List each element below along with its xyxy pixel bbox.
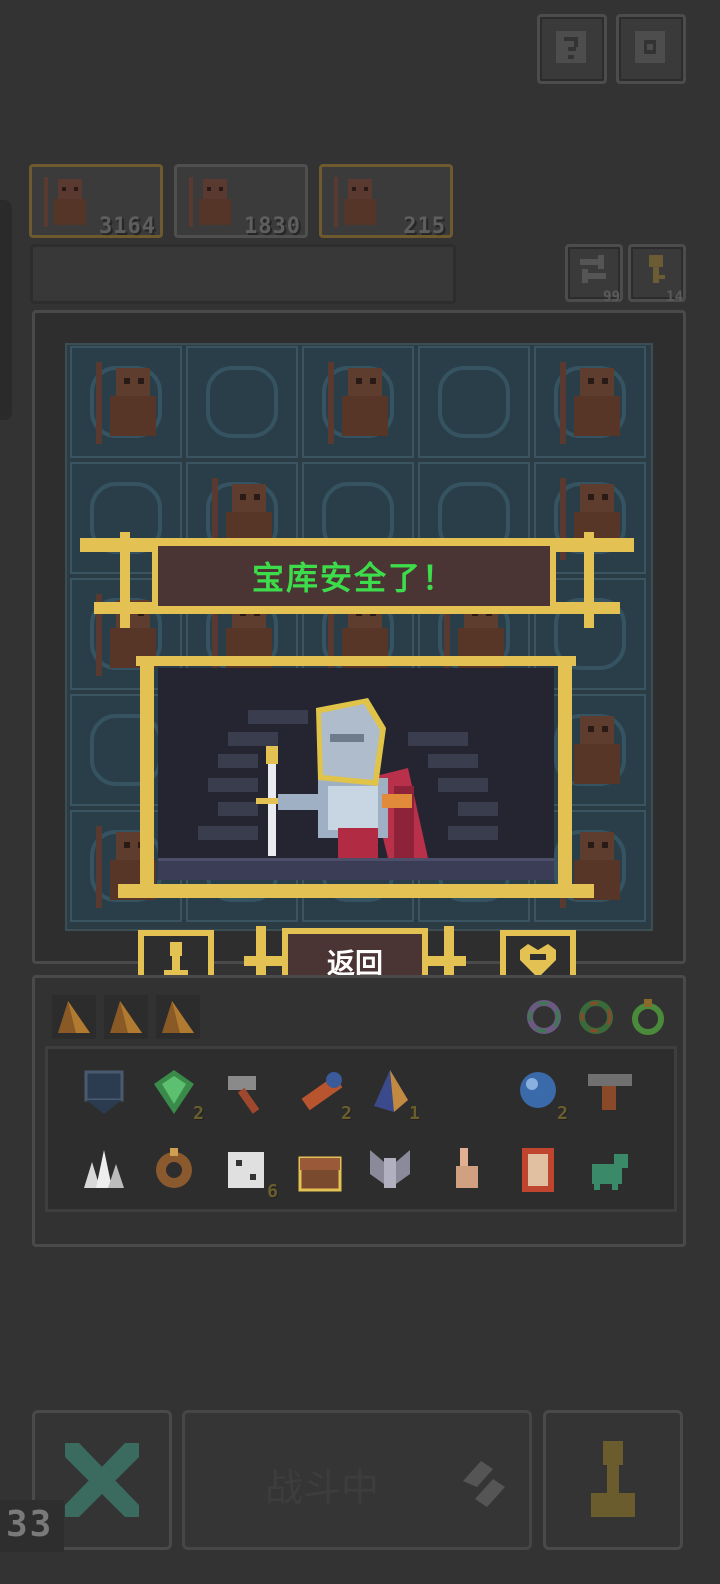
troop-count: 1830 bbox=[244, 214, 301, 239]
frame-post-left bbox=[140, 656, 154, 896]
question-icon bbox=[554, 29, 588, 65]
crystal-cluster-icon bbox=[78, 1150, 130, 1200]
hero-picture-frame bbox=[118, 656, 594, 912]
winged-helm-icon bbox=[364, 1150, 416, 1200]
ore-icon bbox=[110, 1001, 142, 1033]
board-tile[interactable] bbox=[418, 346, 530, 458]
knight-illustration bbox=[158, 698, 554, 880]
inventory-item[interactable] bbox=[364, 1144, 416, 1196]
help-button[interactable] bbox=[537, 14, 607, 84]
inventory-item[interactable]: 6 bbox=[222, 1144, 278, 1202]
chest-icon bbox=[294, 1156, 346, 1200]
battle-button[interactable]: 战斗中 bbox=[182, 1410, 532, 1550]
banner-panel: 宝库安全了！ bbox=[152, 540, 556, 612]
item-count: 2 bbox=[341, 1103, 352, 1124]
inventory-item[interactable]: 2 bbox=[148, 1066, 204, 1124]
anvil-icon bbox=[584, 1074, 636, 1122]
turn-counter: 33 bbox=[0, 1500, 64, 1552]
title-banner: 宝库安全了！ bbox=[80, 532, 634, 628]
inventory-item[interactable] bbox=[584, 1144, 636, 1196]
ore-icon bbox=[162, 1001, 194, 1033]
battle-label: 战斗中 bbox=[265, 1466, 380, 1510]
swap-count: 99 bbox=[603, 289, 620, 305]
gear-icon bbox=[633, 29, 667, 65]
inventory-item[interactable]: 2 bbox=[296, 1066, 352, 1124]
spearman-unit-icon bbox=[318, 358, 402, 452]
ring-icon bbox=[148, 1148, 200, 1200]
hero-button[interactable] bbox=[543, 1410, 683, 1550]
troop-card-3[interactable]: 215 bbox=[319, 164, 453, 239]
board-tile[interactable] bbox=[302, 346, 414, 458]
inventory-item[interactable] bbox=[294, 1144, 346, 1196]
item-count: 2 bbox=[557, 1103, 568, 1124]
ring-slot-3[interactable] bbox=[626, 995, 670, 1039]
ring-slot-1[interactable] bbox=[522, 995, 566, 1039]
spearman-icon bbox=[328, 171, 388, 235]
scroll-icon bbox=[512, 1148, 564, 1200]
frame-top-bar bbox=[136, 656, 576, 666]
spearman-icon bbox=[183, 171, 243, 235]
pawn-icon bbox=[583, 1437, 643, 1529]
dinosaur-icon bbox=[584, 1154, 636, 1200]
inventory-item[interactable]: 2 bbox=[512, 1066, 568, 1124]
ore-icon bbox=[58, 1001, 90, 1033]
banner-post-right bbox=[584, 532, 594, 628]
inventory-item[interactable] bbox=[512, 1144, 564, 1196]
board-tile[interactable] bbox=[70, 346, 182, 458]
spearman-unit-icon bbox=[550, 358, 634, 452]
inventory-tray bbox=[45, 1046, 677, 1212]
swap-icon bbox=[576, 253, 610, 291]
hand-icon bbox=[442, 1148, 494, 1200]
left-edge-handle bbox=[0, 200, 12, 420]
resource-slot-1[interactable] bbox=[52, 995, 96, 1039]
inventory-item[interactable] bbox=[78, 1144, 130, 1196]
board-tile[interactable] bbox=[534, 346, 646, 458]
troop-card-2[interactable]: 1830 bbox=[174, 164, 308, 239]
banner-post-left bbox=[120, 532, 130, 628]
inventory-item[interactable]: 1 bbox=[364, 1066, 420, 1124]
resource-slot-3[interactable] bbox=[156, 995, 200, 1039]
settings-button[interactable] bbox=[616, 14, 686, 84]
inventory-item[interactable] bbox=[78, 1066, 130, 1118]
frame-bottom-bar bbox=[118, 884, 594, 898]
resource-slot-2[interactable] bbox=[104, 995, 148, 1039]
turn-counter-value: 33 bbox=[6, 1504, 54, 1545]
spearman-icon bbox=[38, 171, 98, 235]
key-icon bbox=[643, 253, 669, 291]
troop-count: 3164 bbox=[99, 214, 156, 239]
frame-post-right bbox=[558, 656, 572, 896]
troop-count: 215 bbox=[403, 214, 446, 239]
board-tile[interactable] bbox=[186, 346, 298, 458]
inventory-item[interactable] bbox=[148, 1144, 200, 1196]
item-count: 6 bbox=[267, 1181, 278, 1202]
inventory-item[interactable] bbox=[442, 1144, 494, 1196]
shield-icon bbox=[78, 1070, 130, 1122]
key-count: 14 bbox=[666, 289, 683, 305]
item-count: 1 bbox=[409, 1103, 420, 1124]
item-count: 2 bbox=[193, 1103, 204, 1124]
status-bar bbox=[30, 244, 456, 304]
troop-card-1[interactable]: 3164 bbox=[29, 164, 163, 239]
rainbow-ring-icon bbox=[527, 1000, 561, 1034]
green-ring-icon bbox=[579, 1000, 613, 1034]
lightning-icon bbox=[453, 1453, 513, 1517]
inventory-item[interactable] bbox=[222, 1066, 274, 1118]
key-button[interactable]: 14 bbox=[628, 244, 686, 305]
gold-ring-icon bbox=[632, 999, 664, 1035]
hero-scene bbox=[158, 668, 554, 880]
spearman-unit-icon bbox=[86, 358, 170, 452]
ring-slot-2[interactable] bbox=[574, 995, 618, 1039]
swap-button[interactable]: 99 bbox=[565, 244, 623, 305]
inventory-item[interactable] bbox=[584, 1066, 636, 1118]
dialog-title: 宝库安全了！ bbox=[251, 559, 456, 597]
hammer-icon bbox=[222, 1076, 274, 1122]
